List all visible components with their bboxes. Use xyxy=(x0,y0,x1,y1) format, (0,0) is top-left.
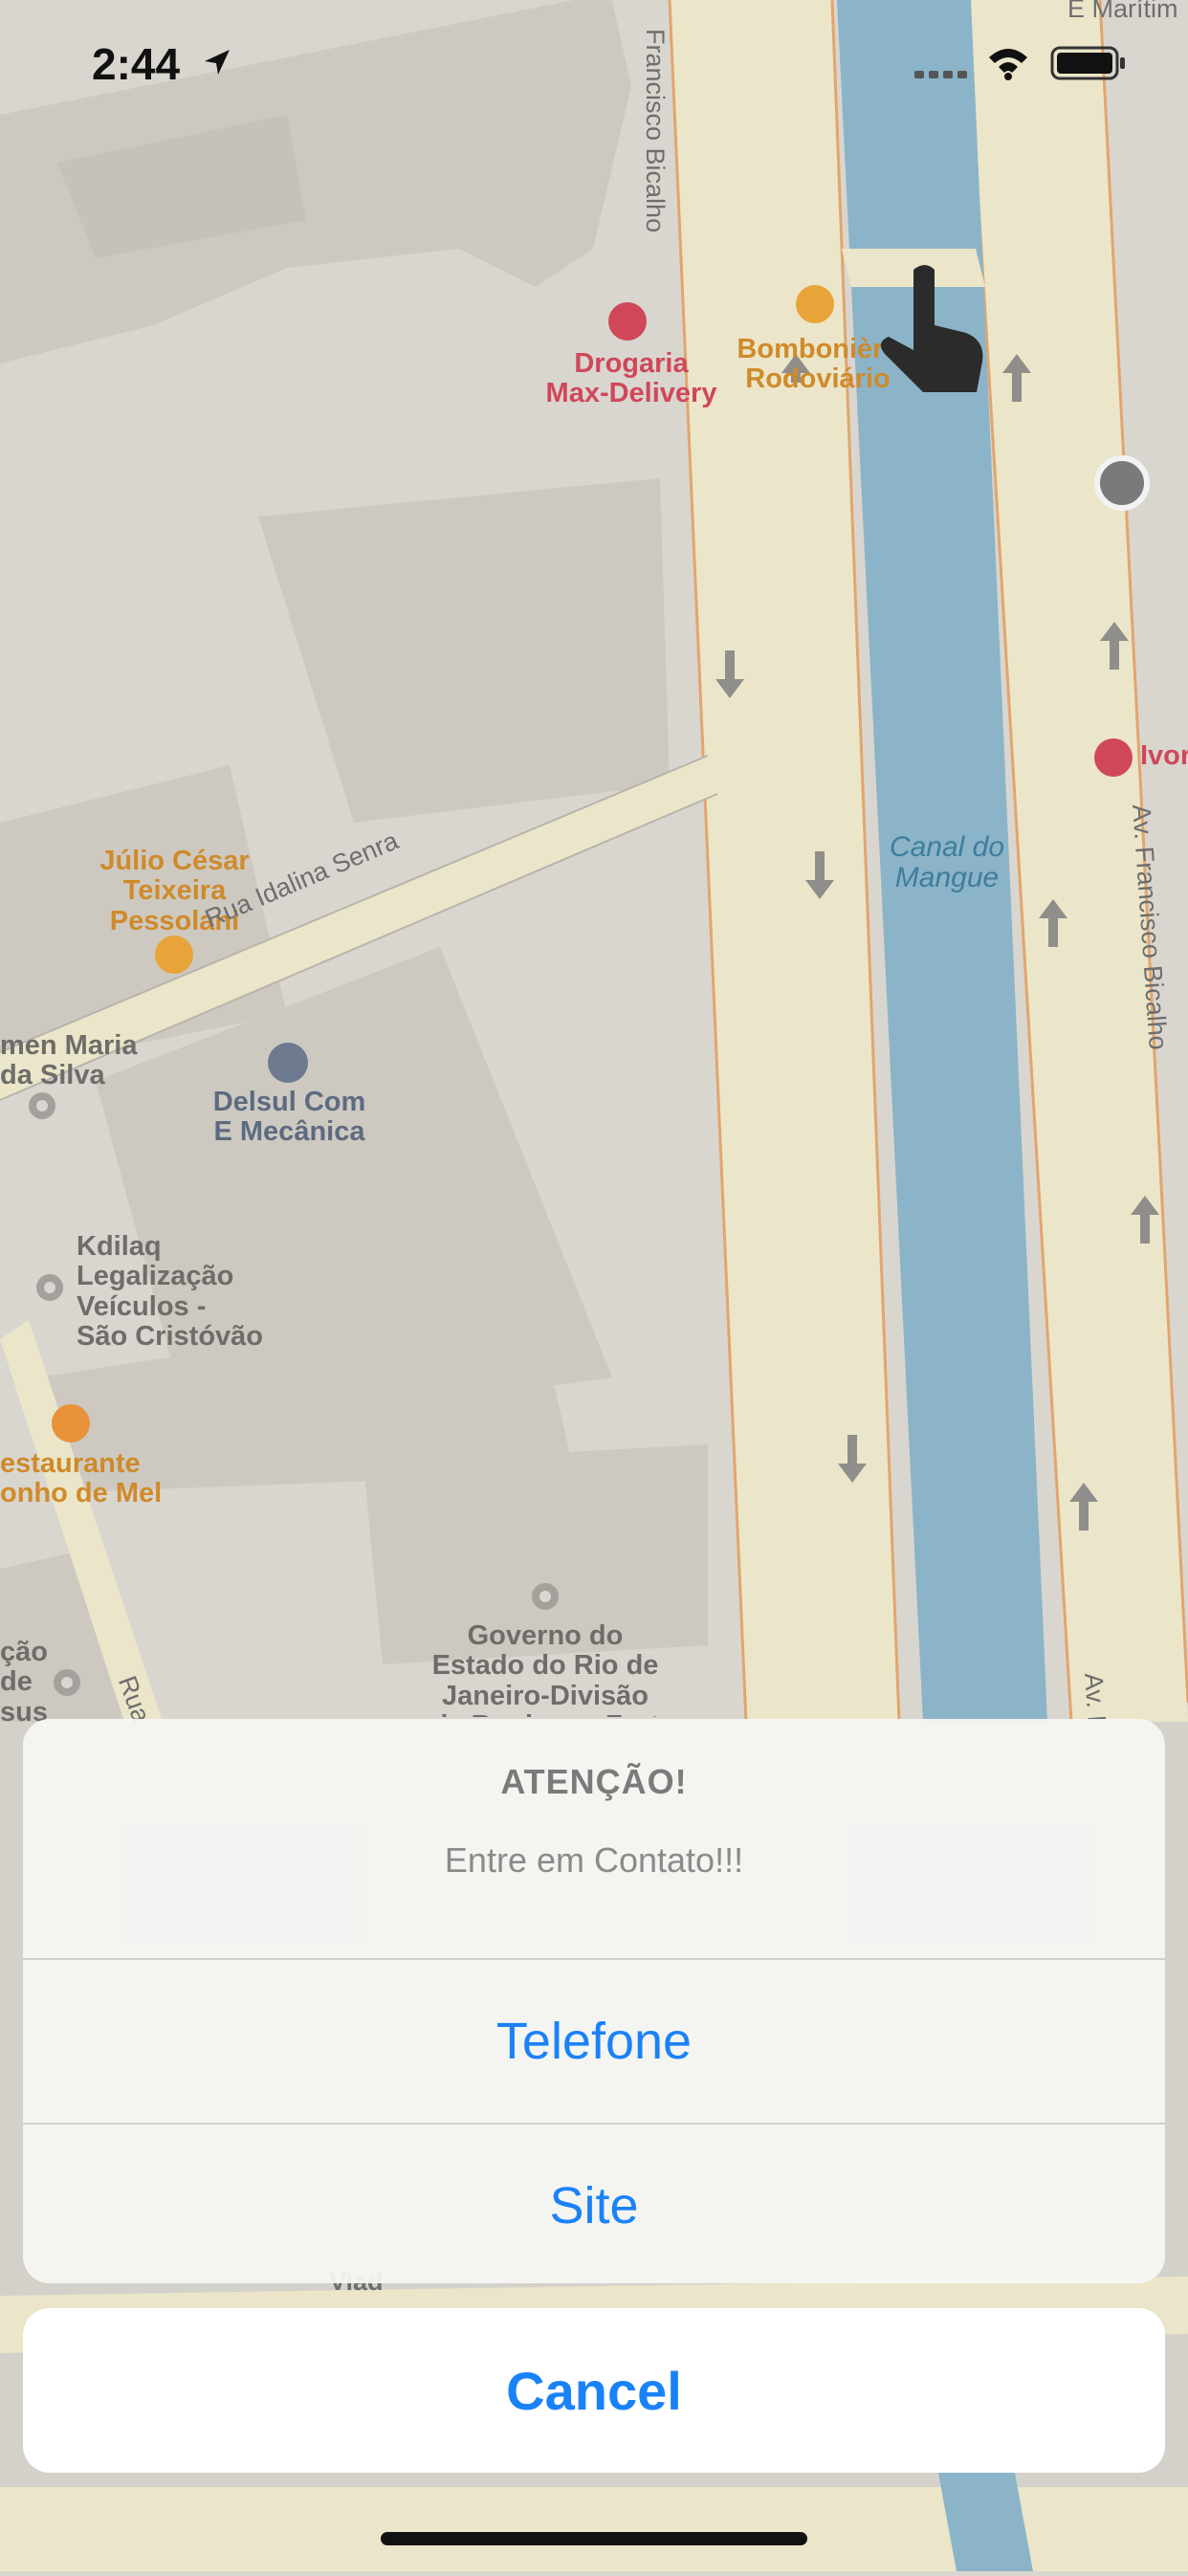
poi-label: estaurante onho de Mel xyxy=(0,1448,163,1509)
stethoscope-icon[interactable] xyxy=(1094,738,1133,777)
pin-icon[interactable] xyxy=(29,1092,55,1119)
cellular-signal-icon xyxy=(914,71,967,78)
poi-label: Ivor xyxy=(1140,740,1188,771)
telefone-button[interactable]: Telefone xyxy=(23,1960,1165,2125)
briefcase-icon[interactable] xyxy=(155,936,193,974)
action-sheet-message: Entre em Contato!!! xyxy=(444,1840,744,1880)
action-sheet-header: ATENÇÃO! Entre em Contato!!! xyxy=(23,1719,1165,1960)
basket-icon[interactable] xyxy=(796,285,834,323)
battery-icon xyxy=(1050,46,1125,80)
home-indicator[interactable] xyxy=(381,2532,807,2545)
poi-label: men Maria da Silva xyxy=(0,1030,138,1091)
cancel-button[interactable]: Cancel xyxy=(23,2308,1165,2473)
water-label: Canal do Mangue xyxy=(889,831,1005,893)
action-sheet-title: ATENÇÃO! xyxy=(500,1762,688,1801)
fork-knife-icon[interactable] xyxy=(52,1404,90,1442)
pin-icon[interactable] xyxy=(532,1583,559,1610)
status-bar: 2:44 xyxy=(0,0,1188,126)
poi-label: Governo do Estado do Rio de Janeiro-Divi… xyxy=(431,1621,659,1717)
location-arrow-icon xyxy=(205,50,230,75)
site-button[interactable]: Site xyxy=(23,2125,1165,2283)
pin-icon[interactable] xyxy=(36,1274,63,1301)
poi-label: Drogaria Max-Delivery xyxy=(545,348,717,409)
status-time: 2:44 xyxy=(92,39,181,89)
car-icon[interactable] xyxy=(268,1043,308,1083)
pharmacy-icon[interactable] xyxy=(608,302,647,341)
poi-label: ção de sus xyxy=(0,1637,48,1728)
poi-label: Kdilaq Legalização Veículos - São Cristó… xyxy=(77,1231,263,1352)
street-label: Av. I xyxy=(1079,1672,1111,1724)
wifi-icon xyxy=(989,49,1027,80)
tap-hand-icon xyxy=(880,265,983,392)
poi-label: Delsul Com E Mecânica xyxy=(212,1087,366,1148)
action-sheet: ATENÇÃO! Entre em Contato!!! Telefone Si… xyxy=(23,1719,1165,2283)
pin-icon[interactable] xyxy=(54,1669,80,1696)
user-location-dot xyxy=(1094,455,1150,511)
